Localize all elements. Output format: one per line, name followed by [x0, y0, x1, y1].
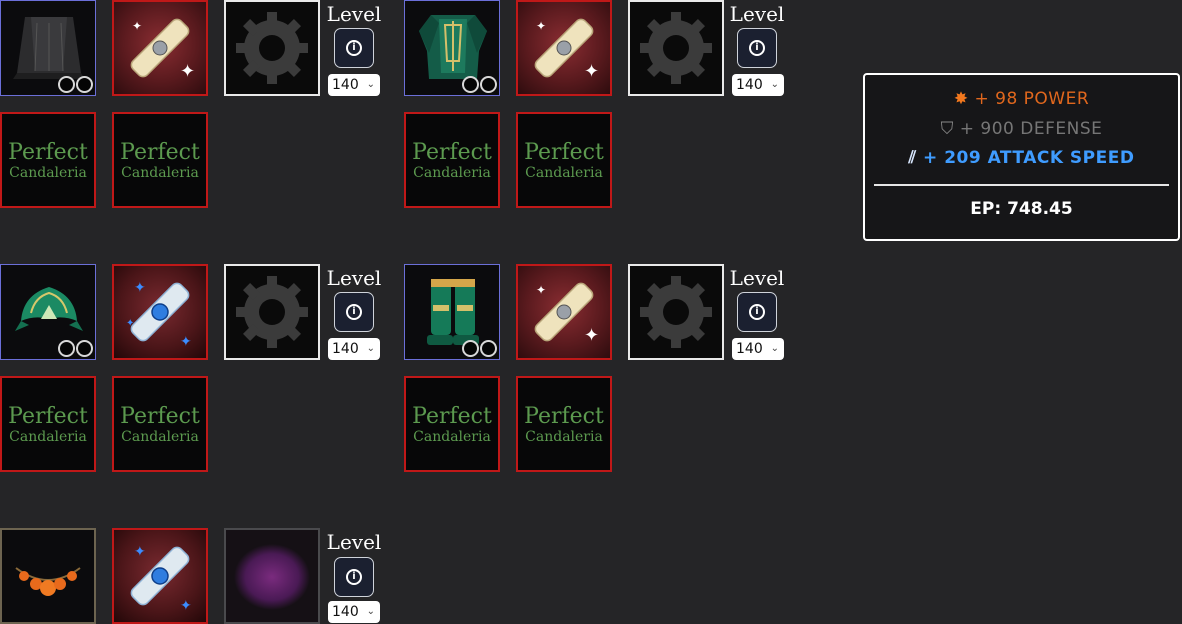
info-icon: i — [346, 304, 362, 320]
info-button[interactable]: i — [334, 557, 374, 597]
level-select[interactable]: 140 ⌄ — [328, 74, 380, 96]
enchant-scroll-slot[interactable]: ✦ ✦ — [112, 0, 208, 96]
level-select[interactable]: 140 ⌄ — [328, 338, 380, 360]
necklace-slot[interactable] — [0, 528, 96, 624]
perfect-candaleria-slot[interactable]: Perfect Candaleria — [0, 376, 96, 472]
level-select[interactable]: 140 ⌄ — [328, 601, 380, 623]
enchant-scroll-icon: ✦ ✦ ✦ — [126, 280, 192, 350]
perfect-candaleria-slot[interactable]: Perfect Candaleria — [516, 112, 612, 208]
svg-text:✦: ✦ — [536, 19, 546, 33]
socket-rings — [58, 76, 93, 93]
enchant-scroll-slot[interactable]: ✦ ✦ — [516, 264, 612, 360]
enchant-scroll-icon: ✦ ✦ — [130, 18, 195, 82]
socket-rings — [58, 340, 93, 357]
gear-icon — [640, 276, 712, 348]
chevron-down-icon: ⌄ — [366, 343, 375, 354]
attack-speed-stat: ⫽ + 209 ATTACK SPEED — [908, 148, 1135, 168]
enchant-scroll-icon: ✦ ✦ — [534, 18, 599, 82]
level-label: Level — [326, 530, 382, 554]
helmet-slot[interactable] — [0, 264, 96, 360]
enchant-scroll-slot[interactable]: ✦ ✦ ✦ — [112, 264, 208, 360]
svg-text:✦: ✦ — [134, 280, 146, 296]
gear-icon — [236, 276, 308, 348]
crystal-slot[interactable] — [224, 528, 320, 624]
perfect-candaleria-slot[interactable]: Perfect Candaleria — [404, 376, 500, 472]
svg-text:✦: ✦ — [536, 283, 546, 297]
svg-text:✦: ✦ — [126, 318, 134, 329]
info-icon: i — [346, 569, 362, 585]
gear-slot[interactable] — [224, 264, 320, 360]
chevron-down-icon: ⌄ — [770, 343, 779, 354]
chevron-down-icon: ⌄ — [770, 79, 779, 90]
info-icon: i — [749, 40, 765, 56]
level-label: Level — [326, 266, 382, 290]
cape-slot[interactable] — [0, 0, 96, 96]
enchant-scroll-slot[interactable]: ✦ ✦ — [516, 0, 612, 96]
perfect-candaleria-slot[interactable]: Perfect Candaleria — [112, 376, 208, 472]
enchant-scroll-slot[interactable]: ✦ ✦ — [112, 528, 208, 624]
svg-text:✦: ✦ — [180, 598, 192, 614]
socket-rings — [462, 76, 497, 93]
speed-icon: ⫽ — [908, 148, 917, 168]
chest-armor-slot[interactable] — [404, 0, 500, 96]
info-button[interactable]: i — [737, 292, 777, 332]
svg-text:✦: ✦ — [132, 19, 142, 33]
svg-text:✦: ✦ — [584, 325, 599, 346]
info-button[interactable]: i — [737, 28, 777, 68]
divider — [874, 184, 1169, 186]
svg-text:✦: ✦ — [180, 334, 192, 350]
purple-crystal-icon — [234, 544, 310, 610]
power-stat: ✸ + 98 POWER — [953, 89, 1090, 109]
level-label: Level — [729, 2, 785, 26]
enchant-scroll-icon: ✦ ✦ — [534, 282, 599, 346]
info-button[interactable]: i — [334, 292, 374, 332]
level-select[interactable]: 140 ⌄ — [732, 74, 784, 96]
enchant-scroll-icon: ✦ ✦ — [130, 544, 192, 614]
chevron-down-icon: ⌄ — [366, 79, 375, 90]
ep-value: EP: 748.45 — [970, 199, 1073, 219]
sunburst-icon: ✸ — [953, 89, 969, 109]
gear-slot[interactable] — [224, 0, 320, 96]
svg-text:✦: ✦ — [180, 61, 195, 82]
level-label: Level — [326, 2, 382, 26]
socket-rings — [462, 340, 497, 357]
svg-text:✦: ✦ — [584, 61, 599, 82]
gear-icon — [640, 12, 712, 84]
leg-armor-slot[interactable] — [404, 264, 500, 360]
info-icon: i — [749, 304, 765, 320]
necklace-icon — [15, 567, 81, 596]
level-label: Level — [729, 266, 785, 290]
perfect-candaleria-slot[interactable]: Perfect Candaleria — [112, 112, 208, 208]
defense-stat: ⛉ + 900 DEFENSE — [940, 119, 1103, 139]
gear-slot[interactable] — [628, 0, 724, 96]
perfect-candaleria-slot[interactable]: Perfect Candaleria — [516, 376, 612, 472]
gear-icon — [236, 12, 308, 84]
perfect-candaleria-slot[interactable]: Perfect Candaleria — [0, 112, 96, 208]
level-select[interactable]: 140 ⌄ — [732, 338, 784, 360]
gear-slot[interactable] — [628, 264, 724, 360]
svg-text:✦: ✦ — [134, 544, 146, 560]
stats-tooltip: ✸ + 98 POWER ⛉ + 900 DEFENSE ⫽ + 209 ATT… — [863, 73, 1180, 241]
info-button[interactable]: i — [334, 28, 374, 68]
perfect-candaleria-slot[interactable]: Perfect Candaleria — [404, 112, 500, 208]
info-icon: i — [346, 40, 362, 56]
shield-icon: ⛉ — [940, 119, 954, 139]
chevron-down-icon: ⌄ — [366, 606, 375, 617]
